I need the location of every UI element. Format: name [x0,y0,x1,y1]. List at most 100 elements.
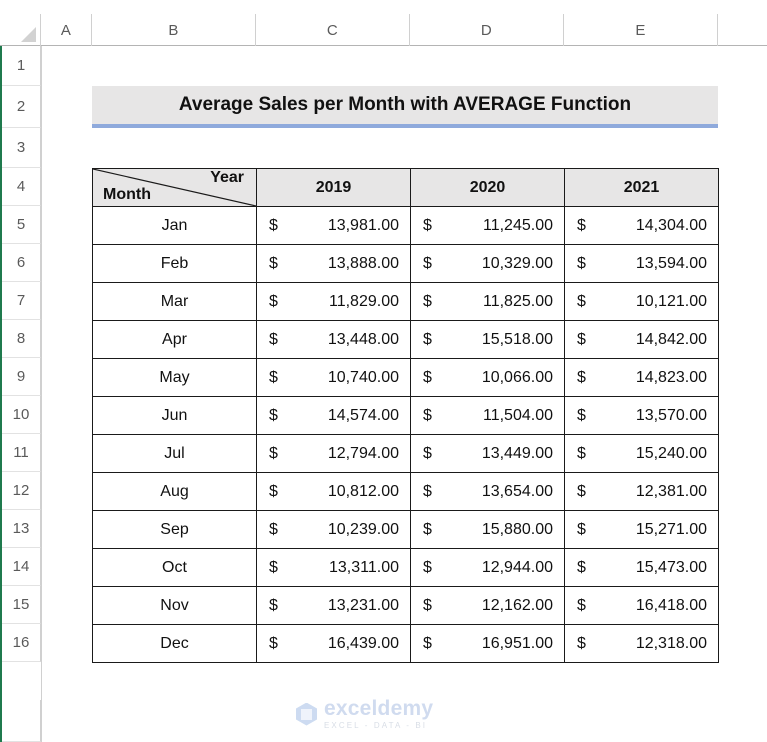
month-cell[interactable]: Jul [92,434,257,473]
table-row: Feb $13,888.00 $10,329.00 $13,594.00 [92,244,719,283]
sales-cell-2021[interactable]: $14,823.00 [564,358,719,397]
row-header-partial[interactable] [2,700,41,742]
column-header-b[interactable]: B [92,14,256,46]
column-header-e[interactable]: E [564,14,718,46]
currency-symbol: $ [577,558,586,576]
sales-cell-2021[interactable]: $16,418.00 [564,586,719,625]
column-header-partial[interactable] [718,14,767,46]
sales-amount: 13,888.00 [327,254,399,272]
currency-symbol: $ [423,634,432,652]
month-cell[interactable]: Nov [92,586,257,625]
month-cell[interactable]: Mar [92,282,257,321]
sales-cell-2020[interactable]: $11,504.00 [410,396,565,435]
sales-cell-2020[interactable]: $10,066.00 [410,358,565,397]
sales-cell-2019[interactable]: $14,574.00 [256,396,411,435]
currency-symbol: $ [577,368,586,386]
row-header-16[interactable]: 16 [2,624,41,662]
month-cell[interactable]: May [92,358,257,397]
month-cell[interactable]: Feb [92,244,257,283]
sales-cell-2020[interactable]: $13,654.00 [410,472,565,511]
sales-cell-2021[interactable]: $13,570.00 [564,396,719,435]
sales-cell-2021[interactable]: $15,473.00 [564,548,719,587]
month-cell[interactable]: Jun [92,396,257,435]
row-header-15[interactable]: 15 [2,586,41,624]
row-header-7[interactable]: 7 [2,282,41,320]
sales-cell-2020[interactable]: $11,245.00 [410,206,565,245]
sales-cell-2019[interactable]: $13,448.00 [256,320,411,359]
sales-cell-2021[interactable]: $13,594.00 [564,244,719,283]
row-header-4[interactable]: 4 [2,168,41,206]
row-header-10[interactable]: 10 [2,396,41,434]
sales-cell-2021[interactable]: $12,318.00 [564,624,719,663]
sales-cell-2021[interactable]: $14,304.00 [564,206,719,245]
sales-amount: 10,329.00 [481,254,553,272]
row-header-12[interactable]: 12 [2,472,41,510]
month-cell[interactable]: Sep [92,510,257,549]
sales-cell-2019[interactable]: $13,888.00 [256,244,411,283]
currency-symbol: $ [423,368,432,386]
sales-cell-2021[interactable]: $15,240.00 [564,434,719,473]
currency-symbol: $ [577,444,586,462]
select-all-button[interactable] [2,14,41,46]
sales-cell-2019[interactable]: $11,829.00 [256,282,411,321]
sales-cell-2020[interactable]: $12,162.00 [410,586,565,625]
month-cell[interactable]: Dec [92,624,257,663]
watermark-tagline: EXCEL - DATA - BI [324,721,428,730]
row-header-8[interactable]: 8 [2,320,41,358]
sales-cell-2020[interactable]: $12,944.00 [410,548,565,587]
currency-symbol: $ [423,216,432,234]
row-header-3[interactable]: 3 [2,128,41,168]
sales-amount: 16,439.00 [327,634,399,652]
sales-cell-2019[interactable]: $10,239.00 [256,510,411,549]
sales-cell-2021[interactable]: $12,381.00 [564,472,719,511]
year-header-2020[interactable]: 2020 [410,168,565,207]
sales-amount: 11,245.00 [483,216,553,234]
row-header-5[interactable]: 5 [2,206,41,244]
currency-symbol: $ [423,558,432,576]
currency-symbol: $ [269,368,278,386]
row-header-1[interactable]: 1 [2,46,41,86]
table-row: Mar $11,829.00 $11,825.00 $10,121.00 [92,282,719,321]
row-header-9[interactable]: 9 [2,358,41,396]
month-cell[interactable]: Aug [92,472,257,511]
row-header-6[interactable]: 6 [2,244,41,282]
row-header-2[interactable]: 2 [2,86,41,128]
row-header-11[interactable]: 11 [2,434,41,472]
month-cell[interactable]: Oct [92,548,257,587]
row-header-14[interactable]: 14 [2,548,41,586]
currency-symbol: $ [423,406,432,424]
sales-amount: 12,162.00 [481,596,553,614]
sales-cell-2019[interactable]: $16,439.00 [256,624,411,663]
sales-cell-2019[interactable]: $13,311.00 [256,548,411,587]
month-cell[interactable]: Apr [92,320,257,359]
year-header-2021[interactable]: 2021 [564,168,719,207]
sales-cell-2020[interactable]: $13,449.00 [410,434,565,473]
column-header-a[interactable]: A [41,14,92,46]
table-row: Jul $12,794.00 $13,449.00 $15,240.00 [92,434,719,473]
sales-amount: 10,740.00 [327,368,399,386]
title-cell[interactable]: Average Sales per Month with AVERAGE Fun… [92,86,718,128]
sales-cell-2019[interactable]: $13,981.00 [256,206,411,245]
column-header-c[interactable]: C [256,14,410,46]
sales-cell-2019[interactable]: $13,231.00 [256,586,411,625]
table-row: Dec $16,439.00 $16,951.00 $12,318.00 [92,624,719,663]
sales-cell-2019[interactable]: $12,794.00 [256,434,411,473]
sales-cell-2021[interactable]: $10,121.00 [564,282,719,321]
sales-cell-2020[interactable]: $15,880.00 [410,510,565,549]
sales-cell-2021[interactable]: $15,271.00 [564,510,719,549]
row-header-13[interactable]: 13 [2,510,41,548]
sales-amount: 13,449.00 [481,444,553,462]
month-cell[interactable]: Jan [92,206,257,245]
year-header-2019[interactable]: 2019 [256,168,411,207]
sales-cell-2021[interactable]: $14,842.00 [564,320,719,359]
sales-cell-2019[interactable]: $10,812.00 [256,472,411,511]
sales-cell-2020[interactable]: $11,825.00 [410,282,565,321]
sales-cell-2019[interactable]: $10,740.00 [256,358,411,397]
sales-amount: 10,121.00 [635,292,707,310]
sales-cell-2020[interactable]: $16,951.00 [410,624,565,663]
sales-cell-2020[interactable]: $10,329.00 [410,244,565,283]
column-header-d[interactable]: D [410,14,564,46]
table-row: Jan $13,981.00 $11,245.00 $14,304.00 [92,206,719,245]
corner-header-cell[interactable]: Year Month [92,168,257,207]
sales-cell-2020[interactable]: $15,518.00 [410,320,565,359]
